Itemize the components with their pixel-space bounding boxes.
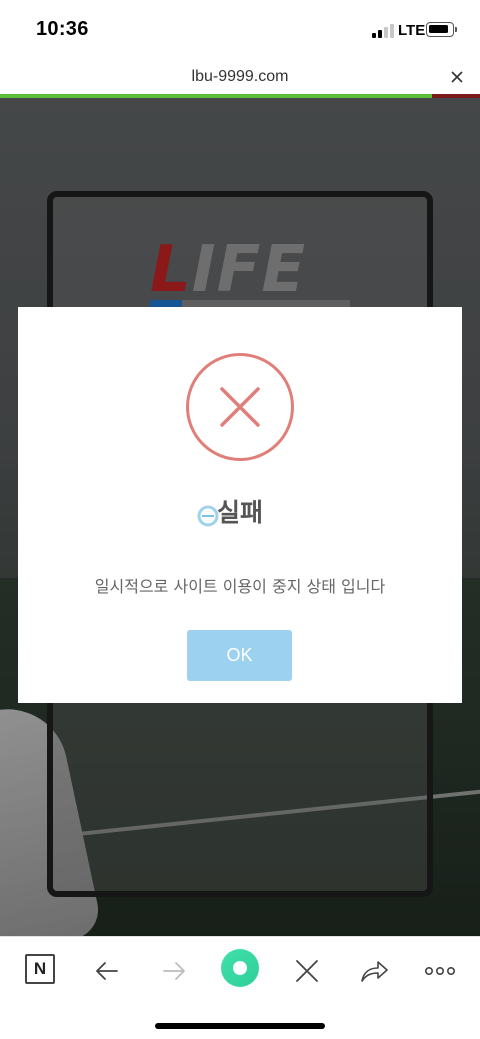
close-icon[interactable] xyxy=(287,951,327,991)
error-dialog: 실패 일시적으로 사이트 이용이 중지 상태 입니다 OK xyxy=(18,307,462,703)
more-dots-icon[interactable] xyxy=(420,951,460,991)
n-icon[interactable]: N xyxy=(25,954,55,984)
ok-button[interactable]: OK xyxy=(187,630,292,681)
dialog-title: 실패 xyxy=(216,498,263,527)
error-x-icon xyxy=(186,353,294,461)
address-bar[interactable]: lbu-9999.com xyxy=(0,60,480,94)
status-bar: 10:36 LTE xyxy=(0,0,480,60)
home-dot-icon[interactable] xyxy=(221,949,259,987)
url-text[interactable]: lbu-9999.com xyxy=(0,68,480,86)
dialog-message: 일시적으로 사이트 이용이 중지 상태 입니다 xyxy=(94,577,386,596)
signal-strength-icon xyxy=(372,24,394,38)
share-icon[interactable] xyxy=(354,951,394,991)
back-arrow-icon[interactable] xyxy=(87,951,127,991)
forward-arrow-icon[interactable] xyxy=(154,951,194,991)
home-indicator[interactable] xyxy=(155,1023,325,1029)
close-icon[interactable] xyxy=(448,68,466,86)
battery-icon xyxy=(426,22,454,37)
status-time: 10:36 xyxy=(36,18,89,40)
network-type: LTE xyxy=(398,22,426,39)
battery-tip xyxy=(455,27,457,32)
